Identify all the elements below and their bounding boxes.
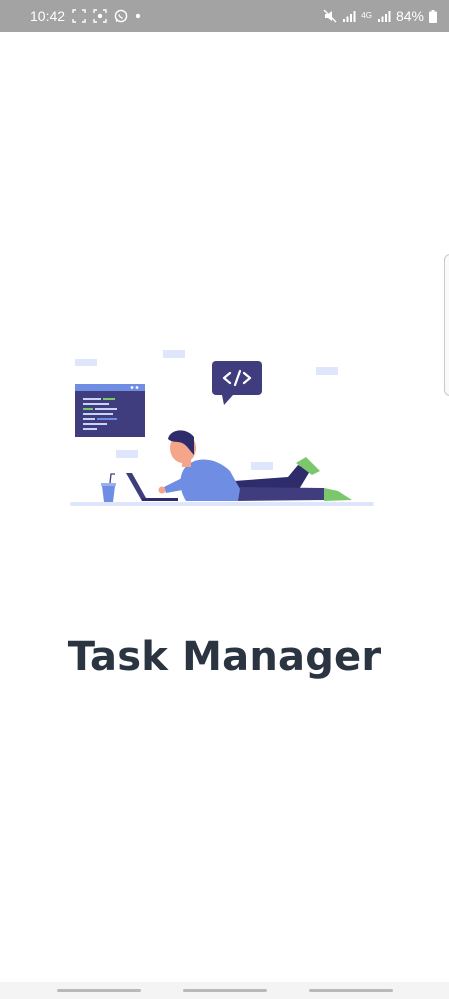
app-title: Task Manager: [67, 634, 382, 680]
screenshot-icon: [72, 9, 86, 23]
home-button[interactable]: [183, 989, 267, 992]
back-button[interactable]: [309, 989, 393, 992]
whatsapp-icon: [114, 9, 128, 23]
edge-panel-handle[interactable]: [444, 254, 449, 396]
network-type-label: 4G: [361, 11, 372, 20]
screen-record-icon: [93, 9, 107, 23]
navigation-bar: [0, 982, 449, 999]
recent-apps-button[interactable]: [57, 989, 141, 992]
mute-icon: [323, 9, 337, 23]
code-window-icon: [75, 384, 145, 437]
battery-icon: [429, 9, 437, 23]
notification-dot-icon: [135, 13, 141, 19]
signal-icon: [342, 10, 356, 22]
developer-illustration: [70, 350, 374, 506]
person-illustration: [126, 430, 352, 501]
code-bubble-icon: [212, 361, 262, 405]
battery-percent: 84%: [395, 8, 424, 24]
status-time: 10:42: [30, 8, 66, 24]
cup-icon: [101, 473, 116, 502]
status-bar: 10:42 4G 84%: [0, 0, 449, 32]
signal-icon: [377, 10, 391, 22]
